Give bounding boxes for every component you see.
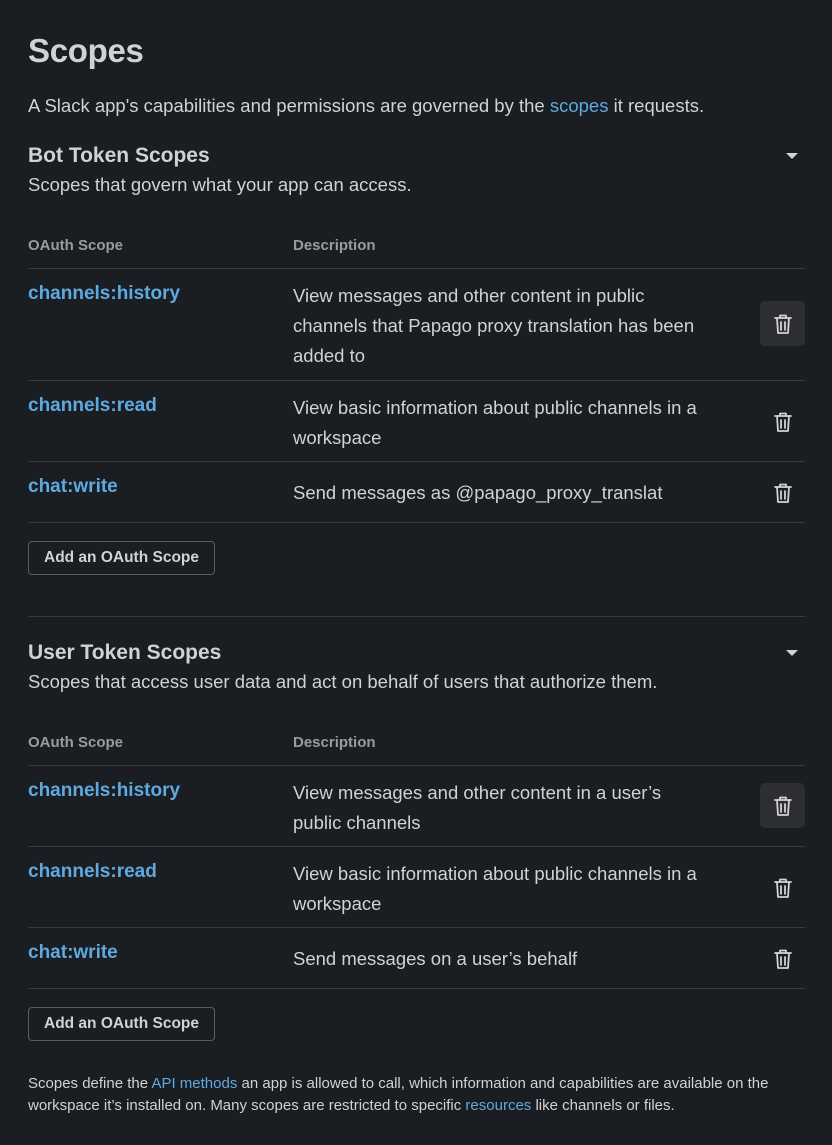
scope-description: View messages and other content in a use… bbox=[293, 782, 662, 833]
table-row: channels:read View basic information abo… bbox=[28, 847, 805, 928]
remove-scope-button[interactable] bbox=[760, 783, 805, 828]
footer-text: like channels or files. bbox=[531, 1097, 675, 1114]
section-subtitle: Scopes that access user data and act on … bbox=[28, 671, 658, 692]
user-token-scopes-section: User Token Scopes Scopes that access use… bbox=[28, 640, 805, 1041]
scope-description: View basic information about public chan… bbox=[293, 397, 697, 448]
section-header: User Token Scopes Scopes that access use… bbox=[28, 640, 805, 702]
scope-description: Send messages on a user’s behalf bbox=[293, 948, 578, 969]
add-oauth-scope-button[interactable]: Add an OAuth Scope bbox=[28, 1007, 215, 1041]
scope-description: View basic information about public chan… bbox=[293, 863, 697, 914]
footer-note: Scopes define the API methods an app is … bbox=[28, 1073, 808, 1117]
scope-name-link[interactable]: chat:write bbox=[28, 942, 118, 964]
intro-text-end: it requests. bbox=[608, 95, 705, 116]
scope-name-link[interactable]: channels:read bbox=[28, 861, 157, 883]
column-oauth-scope: OAuth Scope bbox=[28, 734, 124, 751]
section-divider bbox=[28, 616, 805, 617]
scopes-link[interactable]: scopes bbox=[550, 95, 609, 116]
trash-icon bbox=[773, 412, 792, 432]
trash-icon bbox=[773, 314, 792, 334]
intro-text: A Slack app's capabilities and permissio… bbox=[28, 95, 550, 116]
scopes-page: Scopes A Slack app's capabilities and pe… bbox=[0, 0, 832, 1145]
scope-name-link[interactable]: chat:write bbox=[28, 476, 118, 498]
page-title: Scopes bbox=[28, 32, 144, 69]
remove-scope-button[interactable] bbox=[760, 399, 805, 444]
table-row: chat:write Send messages as @papago_prox… bbox=[28, 462, 805, 523]
page-intro: A Slack app's capabilities and permissio… bbox=[28, 95, 704, 117]
scope-name-link[interactable]: channels:read bbox=[28, 395, 157, 417]
table-row: chat:write Send messages on a user’s beh… bbox=[28, 928, 805, 989]
section-title: Bot Token Scopes bbox=[28, 144, 210, 167]
remove-scope-button[interactable] bbox=[760, 470, 805, 515]
trash-icon bbox=[773, 878, 792, 898]
table-row: channels:read View basic information abo… bbox=[28, 381, 805, 462]
table-row: channels:history View messages and other… bbox=[28, 269, 805, 381]
resources-link[interactable]: resources bbox=[465, 1097, 531, 1114]
scope-description: Send messages as @papago_proxy_translat bbox=[293, 482, 663, 503]
section-header: Bot Token Scopes Scopes that govern what… bbox=[28, 143, 805, 205]
remove-scope-button[interactable] bbox=[760, 936, 805, 981]
column-oauth-scope: OAuth Scope bbox=[28, 237, 124, 254]
remove-scope-button[interactable] bbox=[760, 865, 805, 910]
caret-down-icon[interactable] bbox=[785, 648, 799, 658]
table-row: channels:history View messages and other… bbox=[28, 766, 805, 847]
table-header: OAuth Scope Description bbox=[28, 722, 805, 766]
scope-name-link[interactable]: channels:history bbox=[28, 283, 180, 305]
trash-icon bbox=[773, 796, 792, 816]
footer-text: Scopes define the bbox=[28, 1075, 152, 1092]
section-title: User Token Scopes bbox=[28, 641, 222, 664]
remove-scope-button[interactable] bbox=[760, 301, 805, 346]
add-oauth-scope-button[interactable]: Add an OAuth Scope bbox=[28, 541, 215, 575]
column-description: Description bbox=[293, 734, 376, 751]
section-subtitle: Scopes that govern what your app can acc… bbox=[28, 174, 412, 195]
trash-icon bbox=[773, 949, 792, 969]
scope-name-link[interactable]: channels:history bbox=[28, 780, 180, 802]
bot-token-scopes-section: Bot Token Scopes Scopes that govern what… bbox=[28, 143, 805, 575]
column-description: Description bbox=[293, 237, 376, 254]
api-methods-link[interactable]: API methods bbox=[151, 1075, 237, 1092]
caret-down-icon[interactable] bbox=[785, 151, 799, 161]
table-header: OAuth Scope Description bbox=[28, 225, 805, 269]
scope-description: View messages and other content in publi… bbox=[293, 285, 695, 366]
trash-icon bbox=[773, 483, 792, 503]
